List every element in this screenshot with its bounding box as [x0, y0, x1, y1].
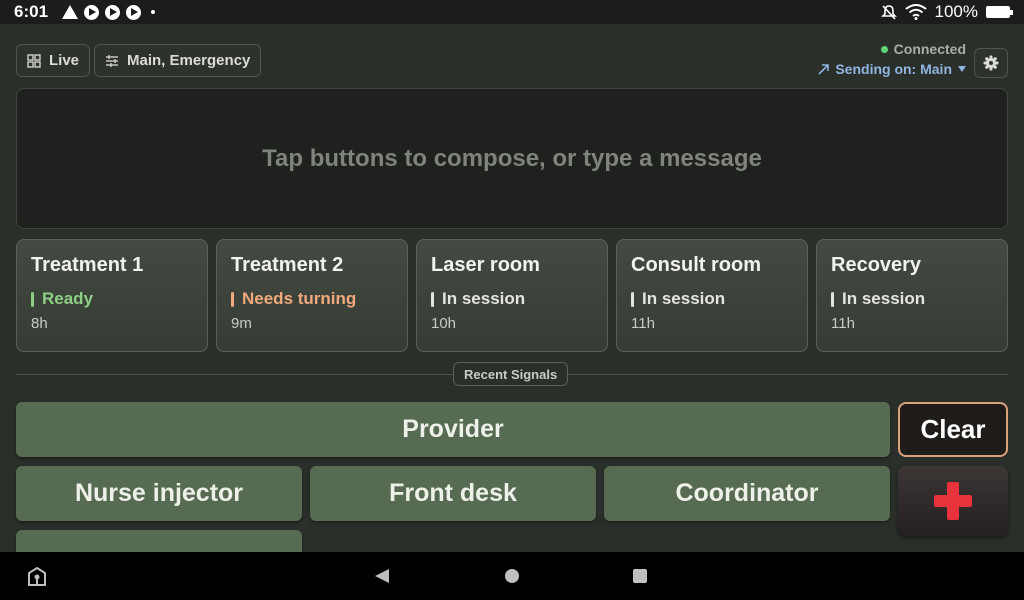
- room-card-consult-room[interactable]: Consult room In session 11h: [616, 239, 808, 352]
- compose-placeholder: Tap buttons to compose, or type a messag…: [262, 144, 762, 172]
- status-bar-indicator: [31, 291, 34, 307]
- system-nav-bar: [0, 552, 1024, 600]
- status-bar-indicator: [831, 291, 834, 307]
- room-name: Recovery: [831, 254, 922, 276]
- room-age: 9m: [231, 315, 252, 332]
- clock: 6:01: [14, 2, 49, 21]
- connection-status: Connected: [893, 41, 966, 57]
- room-name: Consult room: [631, 254, 761, 276]
- status-bar-indicator: [631, 291, 634, 307]
- battery-icon: [986, 6, 1013, 18]
- room-status: In session: [431, 289, 593, 309]
- room-status-text: Ready: [42, 289, 94, 308]
- room-status-text: In session: [442, 289, 526, 308]
- home-icon[interactable]: [505, 569, 519, 583]
- connected-dot-icon: [880, 45, 888, 53]
- live-chip[interactable]: Live: [16, 44, 91, 77]
- room-status: Ready: [31, 289, 193, 309]
- signal-button-partial[interactable]: [16, 530, 302, 552]
- room-name: Laser room: [431, 254, 540, 276]
- status-bar-indicator: [431, 291, 434, 307]
- channels-chip[interactable]: Main, Emergency: [94, 44, 262, 77]
- gear-icon: [983, 55, 999, 71]
- sending-on-label: Sending on: Main: [835, 61, 952, 77]
- settings-button[interactable]: [974, 48, 1008, 78]
- arrow-up-right-icon: [818, 63, 830, 75]
- battery-percent: 100%: [934, 2, 978, 21]
- play-icon: [84, 4, 100, 20]
- room-name: Treatment 2: [231, 254, 344, 276]
- recent-apps-icon[interactable]: [633, 569, 647, 583]
- grid-icon: [27, 53, 41, 68]
- back-icon[interactable]: [375, 569, 389, 583]
- emergency-button[interactable]: [898, 466, 1008, 536]
- emergency-cross-icon: [934, 482, 972, 520]
- room-status: In session: [831, 289, 993, 309]
- compose-message-area[interactable]: Tap buttons to compose, or type a messag…: [16, 88, 1008, 229]
- signal-button-coordinator[interactable]: Coordinator: [604, 466, 890, 521]
- room-card-treatment-1[interactable]: Treatment 1 Ready 8h: [16, 239, 208, 352]
- room-status: In session: [631, 289, 793, 309]
- status-bar-indicator: [231, 291, 234, 307]
- sending-on-selector[interactable]: Sending on: Main: [818, 61, 966, 77]
- accessibility-icon[interactable]: [26, 566, 48, 588]
- room-status-text: In session: [842, 289, 926, 308]
- room-card-treatment-2[interactable]: Treatment 2 Needs turning 9m: [216, 239, 408, 352]
- signal-button-nurse-injector[interactable]: Nurse injector: [16, 466, 302, 521]
- room-age: 11h: [831, 315, 855, 332]
- wifi-icon: [904, 4, 927, 20]
- room-name: Treatment 1: [31, 254, 144, 276]
- channels-chip-label: Main, Emergency: [127, 52, 251, 69]
- play-icon: [126, 4, 142, 20]
- filter-sliders-icon: [106, 54, 118, 67]
- system-status-bar: 6:01 100%: [0, 0, 1024, 24]
- notification-icons: [62, 4, 156, 20]
- room-status-text: Needs turning: [242, 289, 357, 308]
- room-status: Needs turning: [231, 289, 393, 309]
- connection-info: Connected Sending on: Main: [818, 41, 966, 77]
- dot-icon: [151, 10, 156, 14]
- caret-down-icon: [958, 66, 966, 72]
- room-card-recovery[interactable]: Recovery In session 11h: [816, 239, 1008, 352]
- room-age: 10h: [431, 315, 457, 332]
- play-icon: [105, 4, 121, 20]
- room-status-row: Treatment 1 Ready 8h Treatment 2 Needs t…: [16, 239, 1008, 352]
- mute-icon: [880, 5, 897, 20]
- room-age: 11h: [631, 315, 655, 332]
- live-chip-label: Live: [49, 52, 80, 69]
- app-main: Live Main, Emergency Connected Sending o…: [0, 24, 1024, 552]
- room-age: 8h: [31, 315, 48, 332]
- clear-button[interactable]: Clear: [898, 402, 1008, 457]
- warning-icon: [62, 5, 79, 19]
- signal-button-front-desk[interactable]: Front desk: [310, 466, 596, 521]
- room-status-text: In session: [642, 289, 726, 308]
- recent-signals-button[interactable]: Recent Signals: [453, 362, 569, 386]
- room-card-laser-room[interactable]: Laser room In session 10h: [416, 239, 608, 352]
- signal-button-provider[interactable]: Provider: [16, 402, 890, 457]
